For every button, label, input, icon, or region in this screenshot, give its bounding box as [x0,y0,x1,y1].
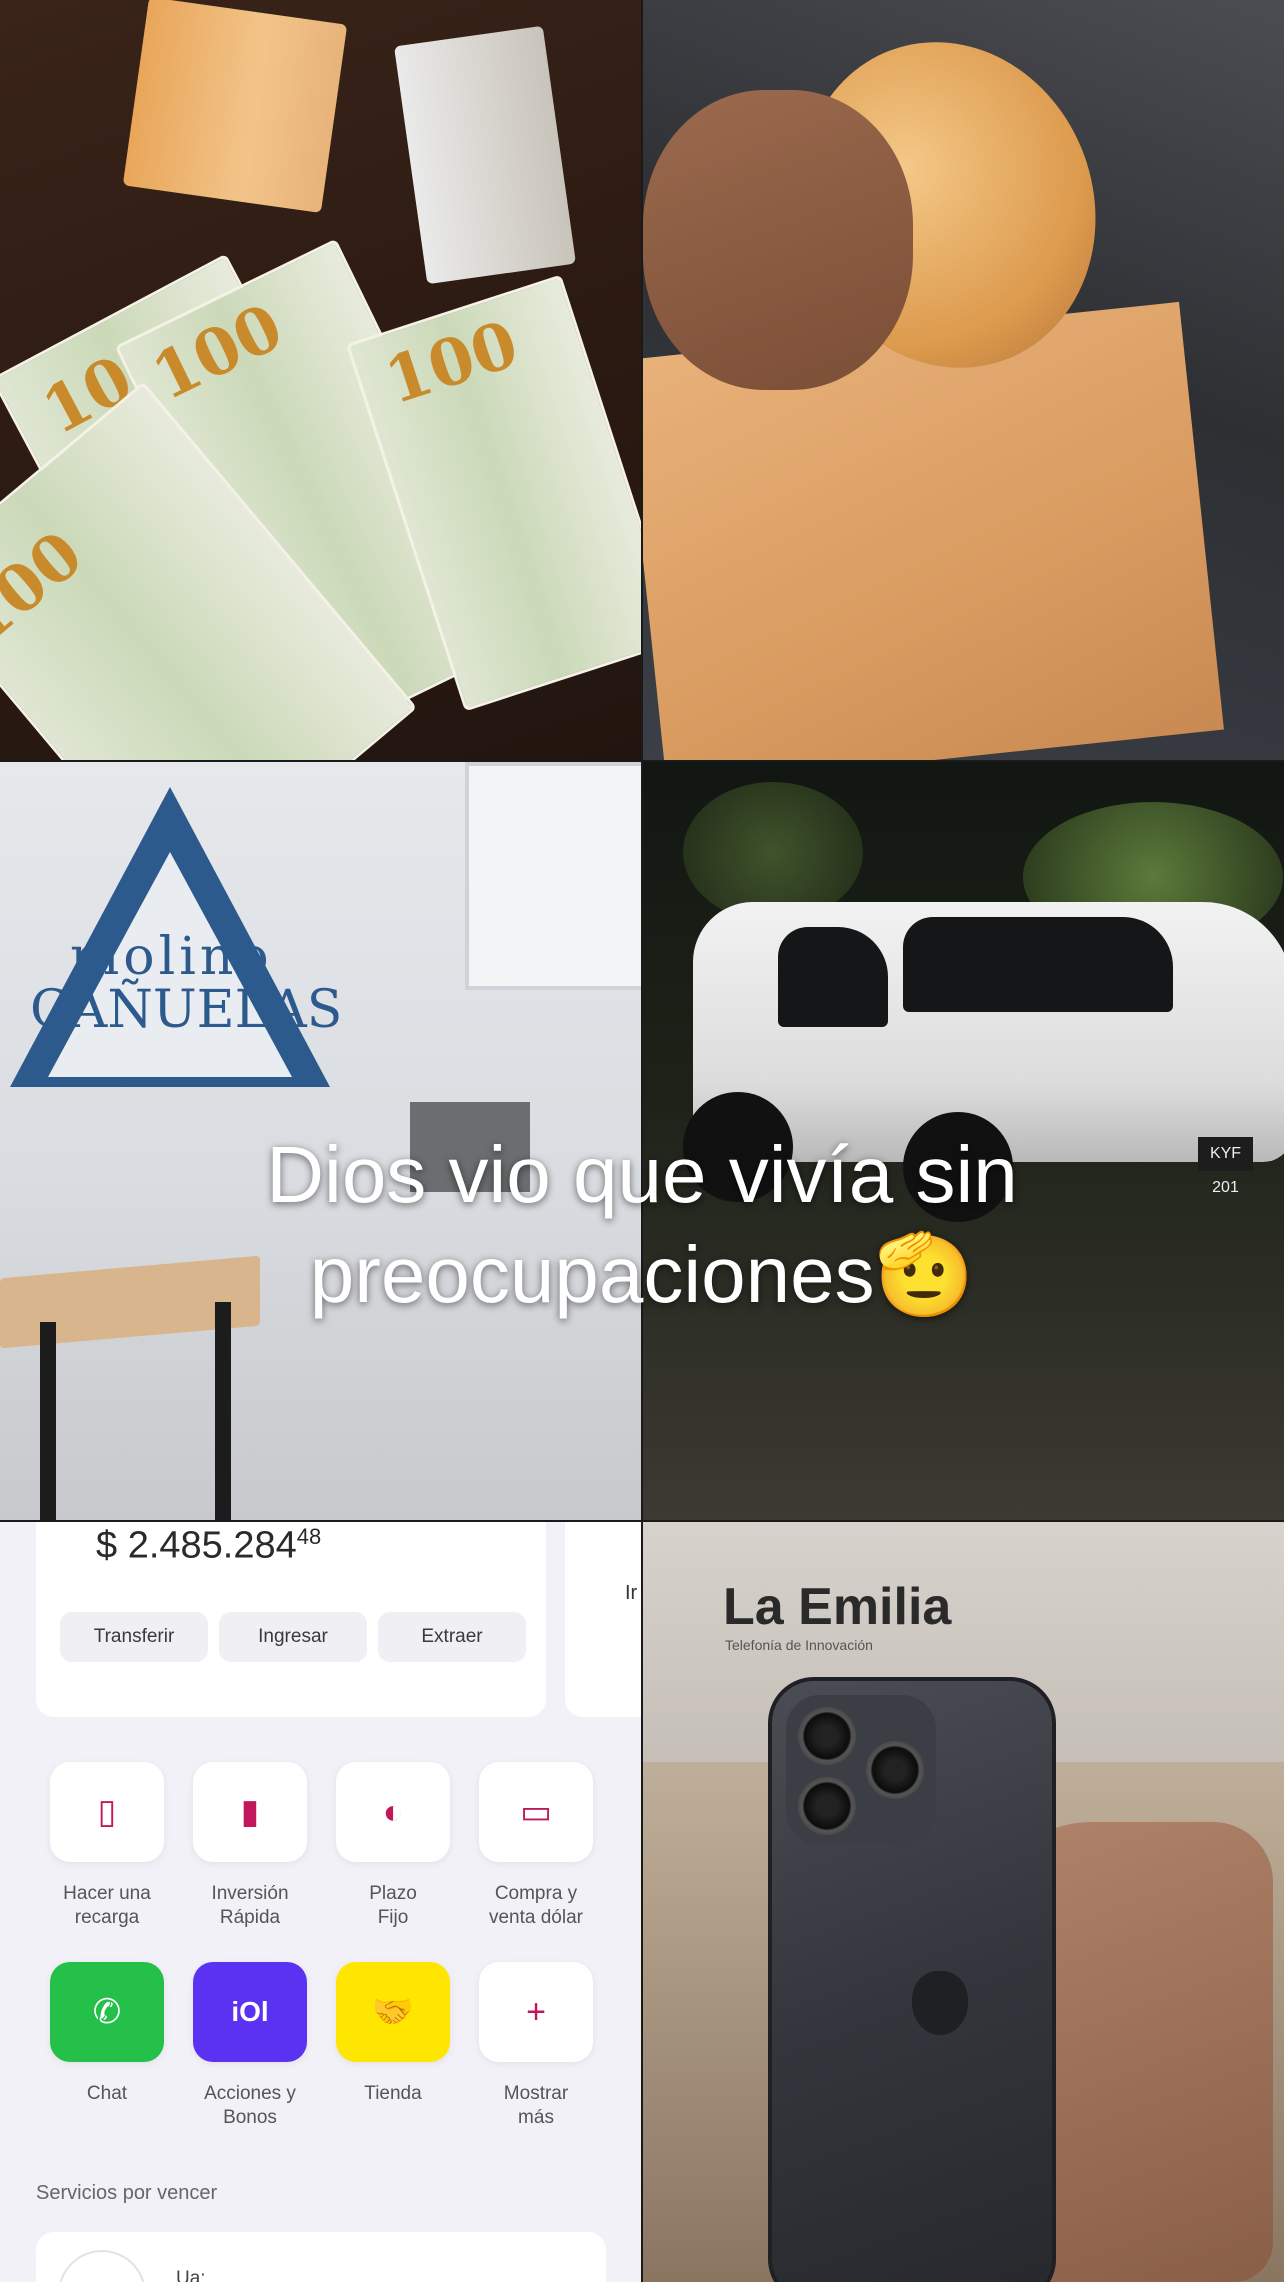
logo-text: molino [70,927,273,987]
app-shortcut-label: Mostrar más [503,2083,569,2128]
secondary-card[interactable]: Ir [565,1522,641,1717]
service-item[interactable]: Ua: [36,2232,606,2282]
quick-action-label: Plazo Fijo [369,1883,417,1928]
apple-logo-icon [912,1971,968,2035]
service-avatar [58,2250,146,2282]
quick-action-label: Compra y venta dólar [488,1883,583,1928]
hand [643,90,913,390]
photo-burger [643,0,1284,760]
iphone [768,1677,1056,2282]
quick-action-item[interactable]: ▮ Inversión Rápida [185,1762,315,1930]
quick-action-item[interactable]: ▯ Hacer una recarga [42,1762,172,1930]
mercadolibre-icon: 🤝 [336,1962,450,2062]
app-shortcut-item[interactable]: iOl Acciones y Bonos [185,1962,315,2130]
app-shortcut-label: Tienda [364,2083,422,2104]
quick-action-label: Inversión Rápida [211,1883,289,1928]
peso-stack-orange [122,0,348,213]
chart-bars-icon: ▮ [193,1762,307,1862]
app-shortcut-item[interactable]: + Mostrar más [471,1962,601,2130]
quick-action-label: Hacer una recarga [63,1883,151,1928]
deposit-button[interactable]: Ingresar [219,1612,367,1662]
bank-app-screen: $ 2.485.28448 Transferir Ingresar Extrae… [0,1522,641,2282]
photo-money: 100 100 100 100 [0,0,641,760]
transfer-button[interactable]: Transferir [60,1612,208,1662]
caption: Dios vio que vivía sin preocupaciones🫡 [0,1125,1284,1325]
withdraw-button[interactable]: Extraer [378,1612,526,1662]
app-shortcut-label: Acciones y Bonos [204,2083,296,2128]
photo-iphone: La Emilia Telefonía de Innovación [643,1522,1284,2282]
caption-line-1: Dios vio que vivía sin [266,1130,1018,1219]
quick-action-item[interactable]: ◐ Plazo Fijo [328,1762,458,1930]
phone-recharge-icon: ▯ [50,1762,164,1862]
box-brand: La Emilia [723,1578,952,1636]
window [465,762,641,990]
balance-card: $ 2.485.28448 Transferir Ingresar Extrae… [36,1522,546,1717]
app-shortcut-item[interactable]: ✆ Chat [42,1962,172,2106]
box-subtitle: Telefonía de Innovación [725,1637,873,1653]
peso-stack-white [394,25,576,285]
quick-action-item[interactable]: ▭ Compra y venta dólar [471,1762,601,1930]
services-title: Servicios por vencer [36,2182,218,2204]
app-shortcut-label: Chat [86,2083,128,2104]
camera-module [786,1695,936,1845]
caption-line-2: preocupaciones🫡 [309,1228,975,1321]
banknote-icon: ▭ [479,1762,593,1862]
whatsapp-icon: ✆ [50,1962,164,2062]
balance-amount: $ 2.485.28448 [96,1524,322,1567]
plus-icon: + [479,1962,593,2062]
piggy-bank-icon: ◐ [336,1762,450,1862]
iol-icon: iOl [193,1962,307,2062]
logo-text: CAÑUELAS [30,980,343,1040]
app-shortcut-item[interactable]: 🤝 Tienda [328,1962,458,2106]
saluting-face-icon: 🫡 [874,1228,975,1321]
